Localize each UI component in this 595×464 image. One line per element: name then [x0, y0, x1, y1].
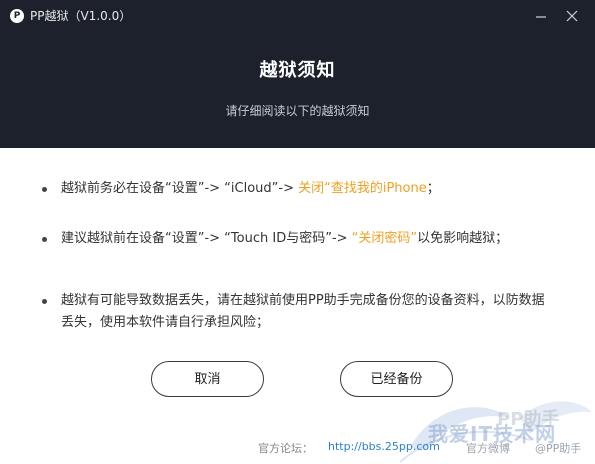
forum-link[interactable]: http://bbs.25pp.com: [328, 440, 440, 453]
minimize-icon: [536, 16, 546, 18]
close-button[interactable]: [561, 6, 583, 26]
notice-heading: 越狱须知: [259, 60, 336, 81]
app-title: PP越狱（V1.0.0）: [30, 9, 132, 23]
notice-highlight-text: 关闭“查找我的iPhone: [298, 181, 427, 196]
header-panel: P PP越狱（V1.0.0） 越狱须知 请仔细阅读以下的越狱须知: [0, 0, 595, 148]
notice-highlight-text: “关闭密码”: [351, 231, 418, 246]
backed-up-button[interactable]: 已经备份: [340, 361, 453, 397]
list-item: 越狱有可能导致数据丢失，请在越狱前使用PP助手完成备份您的设备资料，以防数据丢失…: [42, 290, 557, 334]
forum-label: 官方论坛：: [258, 442, 313, 455]
bullet-dot-icon: [42, 237, 47, 242]
notice-plain-text: 越狱前务必在设备“设置”-> “iCloud”->: [61, 181, 299, 196]
cancel-button[interactable]: 取消: [151, 361, 264, 397]
notice-text: 越狱前务必在设备“设置”-> “iCloud”-> 关闭“查找我的iPhone；: [61, 178, 557, 200]
list-item: 越狱前务必在设备“设置”-> “iCloud”-> 关闭“查找我的iPhone；: [42, 178, 557, 200]
notice-plain-text: 越狱有可能导致数据丢失，请在越狱前使用PP助手完成备份您的设备资料，以防数据丢失…: [61, 293, 545, 330]
footer: 官方论坛： http://bbs.25pp.com 官方微博 @PP助手: [0, 438, 595, 458]
jailbreak-notice-window: P PP越狱（V1.0.0） 越狱须知 请仔细阅读以下的越狱须知 越狱前务必在设…: [0, 0, 595, 464]
official-weibo-link[interactable]: 官方微博: [466, 440, 510, 456]
notice-suffix-text: 以免影响越狱；: [417, 231, 509, 246]
notice-text: 越狱有可能导致数据丢失，请在越狱前使用PP助手完成备份您的设备资料，以防数据丢失…: [61, 290, 557, 334]
notice-suffix-text: ；: [426, 181, 440, 196]
bullet-dot-icon: [42, 187, 47, 192]
notice-plain-text: 建议越狱前在设备“设置”-> “Touch ID与密码”->: [61, 231, 352, 246]
pp-helper-handle: @PP助手: [535, 442, 582, 455]
notice-subheading: 请仔细阅读以下的越狱须知: [225, 104, 370, 118]
bullet-dot-icon: [42, 299, 47, 304]
list-item: 建议越狱前在设备“设置”-> “Touch ID与密码”-> “关闭密码”以免影…: [42, 228, 557, 250]
minimize-button[interactable]: [530, 6, 552, 26]
notice-text: 建议越狱前在设备“设置”-> “Touch ID与密码”-> “关闭密码”以免影…: [61, 228, 557, 250]
title-bar[interactable]: P PP越狱（V1.0.0）: [0, 0, 595, 32]
pp-logo-icon: P: [10, 9, 24, 23]
close-icon: [566, 10, 578, 22]
